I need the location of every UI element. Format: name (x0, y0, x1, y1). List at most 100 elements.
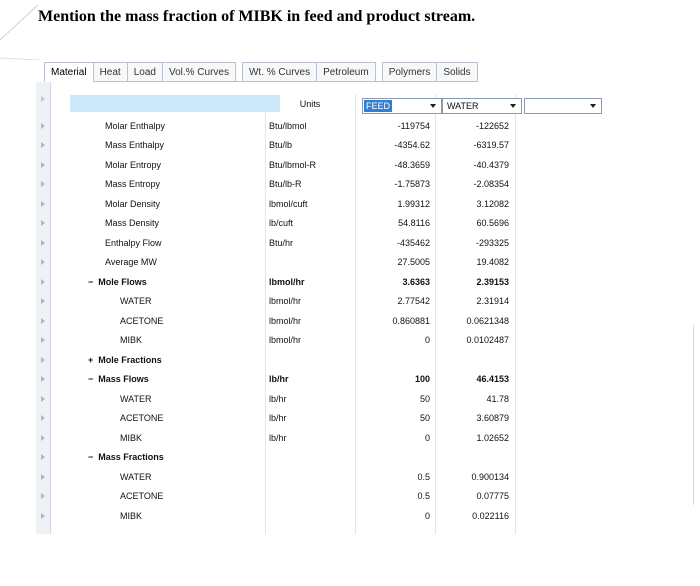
water-value-cell[interactable] (435, 448, 515, 468)
water-value-cell[interactable]: 0.0621348 (435, 311, 515, 331)
collapse-icon[interactable]: − (88, 452, 93, 462)
row-label: Molar Density (105, 198, 161, 209)
feed-value-cell[interactable]: 0 (355, 506, 435, 526)
table-row[interactable]: Mass Density lb/cuft 54.8116 60.5696 (50, 214, 652, 234)
table-row[interactable]: Molar Enthalpy Btu/lbmol -119754 -122652 (50, 116, 652, 136)
stream-results-panel: Units FEED WATER Molar Enthalpy Btu/lbmol… (36, 82, 652, 534)
row-label: WATER (120, 393, 152, 404)
water-value-cell[interactable]: 19.4082 (435, 253, 515, 273)
feed-value-cell[interactable]: 50 (355, 409, 435, 429)
tab-vol-curves[interactable]: Vol.% Curves (162, 62, 236, 82)
feed-value-cell[interactable]: 100 (355, 370, 435, 390)
units-cell: Btu/lbmol-R (269, 159, 317, 170)
water-value-cell[interactable]: 0.07775 (435, 487, 515, 507)
feed-value-cell[interactable]: 0.5 (355, 487, 435, 507)
feed-value-cell[interactable]: 0 (355, 428, 435, 448)
table-row[interactable]: Molar Density lbmol/cuft 1.99312 3.12082 (50, 194, 652, 214)
table-row[interactable]: − Mass Flows lb/hr 100 46.4153 (50, 370, 652, 390)
tab-petroleum[interactable]: Petroleum (317, 62, 376, 82)
water-value-cell[interactable]: -40.4379 (435, 155, 515, 175)
water-value-cell[interactable]: 0.900134 (435, 467, 515, 487)
water-value-cell[interactable]: -293325 (435, 233, 515, 253)
water-value-cell[interactable] (435, 350, 515, 370)
table-row[interactable]: ACETONE 0.5 0.07775 (50, 487, 652, 507)
feed-value-cell[interactable]: 27.5005 (355, 253, 435, 273)
water-value-cell[interactable]: 0.0102487 (435, 331, 515, 351)
table-row[interactable]: Enthalpy Flow Btu/hr -435462 -293325 (50, 233, 652, 253)
water-value-cell[interactable]: 2.31914 (435, 292, 515, 312)
collapse-icon[interactable]: − (88, 277, 93, 287)
feed-value-cell[interactable]: -119754 (355, 116, 435, 136)
feed-value-cell[interactable] (355, 448, 435, 468)
feed-value-cell[interactable]: -4354.62 (355, 136, 435, 156)
water-value-cell[interactable]: -122652 (435, 116, 515, 136)
feed-value-cell[interactable]: 3.6363 (355, 272, 435, 292)
feed-value-cell[interactable]: -435462 (355, 233, 435, 253)
table-row[interactable]: WATER lbmol/hr 2.77542 2.31914 (50, 292, 652, 312)
table-row[interactable]: Molar Entropy Btu/lbmol-R -48.3659 -40.4379 (50, 155, 652, 175)
row-label: WATER (120, 296, 152, 307)
row-label: ACETONE (120, 315, 164, 326)
feed-value-cell[interactable]: 54.8116 (355, 214, 435, 234)
stream-select-empty[interactable] (524, 98, 602, 114)
table-row[interactable]: WATER 0.5 0.900134 (50, 467, 652, 487)
water-value-cell[interactable]: 60.5696 (435, 214, 515, 234)
feed-value-cell[interactable]: 0 (355, 331, 435, 351)
table-row[interactable]: ACETONE lbmol/hr 0.860881 0.0621348 (50, 311, 652, 331)
tab-heat[interactable]: Heat (93, 62, 128, 82)
feed-value-cell[interactable] (355, 350, 435, 370)
table-row[interactable]: WATER lb/hr 50 41.78 (50, 389, 652, 409)
collapse-icon[interactable]: − (88, 374, 93, 384)
feed-value-cell[interactable]: 0.860881 (355, 311, 435, 331)
water-value-cell[interactable]: 2.39153 (435, 272, 515, 292)
table-row[interactable]: ACETONE lb/hr 50 3.60879 (50, 409, 652, 429)
row-pointer-icon (41, 376, 45, 382)
stream-select-feed[interactable]: FEED (362, 98, 442, 114)
units-header: Units (299, 98, 321, 109)
units-cell: lb/hr (269, 432, 287, 443)
water-value-cell[interactable]: 3.60879 (435, 409, 515, 429)
water-value-cell[interactable]: -6319.57 (435, 136, 515, 156)
units-cell (265, 253, 355, 273)
table-row[interactable]: MIBK lb/hr 0 1.02652 (50, 428, 652, 448)
water-value-cell[interactable]: 41.78 (435, 389, 515, 409)
feed-value-cell[interactable]: 1.99312 (355, 194, 435, 214)
row-pointer-icon (41, 122, 45, 129)
units-cell: lbmol/cuft (269, 198, 308, 209)
water-value-cell[interactable]: 1.02652 (435, 428, 515, 448)
tab-solids[interactable]: Solids (437, 62, 478, 82)
feed-value-cell[interactable]: -48.3659 (355, 155, 435, 175)
stream-select-water-value: WATER (447, 101, 479, 111)
units-cell (265, 506, 355, 526)
row-label: Mass Density (105, 218, 160, 229)
water-value-cell[interactable]: 46.4153 (435, 370, 515, 390)
table-row[interactable]: MIBK 0 0.022116 (50, 506, 652, 526)
row-pointer-icon (41, 493, 45, 499)
tab-polymers[interactable]: Polymers (381, 62, 438, 82)
table-row[interactable]: Mass Entropy Btu/lb-R -1.75873 -2.08354 (50, 175, 652, 195)
units-cell: Btu/lb-R (269, 179, 302, 190)
tab-material[interactable]: Material (44, 62, 94, 82)
row-pointer-icon (41, 337, 45, 343)
water-value-cell[interactable]: 3.12082 (435, 194, 515, 214)
table-row[interactable]: Average MW 27.5005 19.4082 (50, 253, 652, 273)
expand-icon[interactable]: + (88, 355, 93, 365)
table-row[interactable]: Mass Enthalpy Btu/lb -4354.62 -6319.57 (50, 136, 652, 156)
row-pointer-icon (41, 181, 45, 187)
row-pointer-icon (41, 220, 45, 226)
table-row[interactable]: − Mole Flows lbmol/hr 3.6363 2.39153 (50, 272, 652, 292)
table-row[interactable]: − Mass Fractions (50, 448, 652, 468)
water-value-cell[interactable]: -2.08354 (435, 175, 515, 195)
feed-value-cell[interactable]: 50 (355, 389, 435, 409)
tab-wt-curves[interactable]: Wt. % Curves (241, 62, 318, 82)
table-row[interactable]: + Mole Fractions (50, 350, 652, 370)
stream-select-water[interactable]: WATER (442, 98, 522, 114)
row-label: ACETONE (120, 491, 164, 502)
feed-value-cell[interactable]: -1.75873 (355, 175, 435, 195)
feed-value-cell[interactable]: 2.77542 (355, 292, 435, 312)
feed-value-cell[interactable]: 0.5 (355, 467, 435, 487)
units-cell: lb/cuft (269, 218, 294, 229)
tab-load[interactable]: Load (127, 62, 163, 82)
table-row[interactable]: MIBK lbmol/hr 0 0.0102487 (50, 331, 652, 351)
water-value-cell[interactable]: 0.022116 (435, 506, 515, 526)
